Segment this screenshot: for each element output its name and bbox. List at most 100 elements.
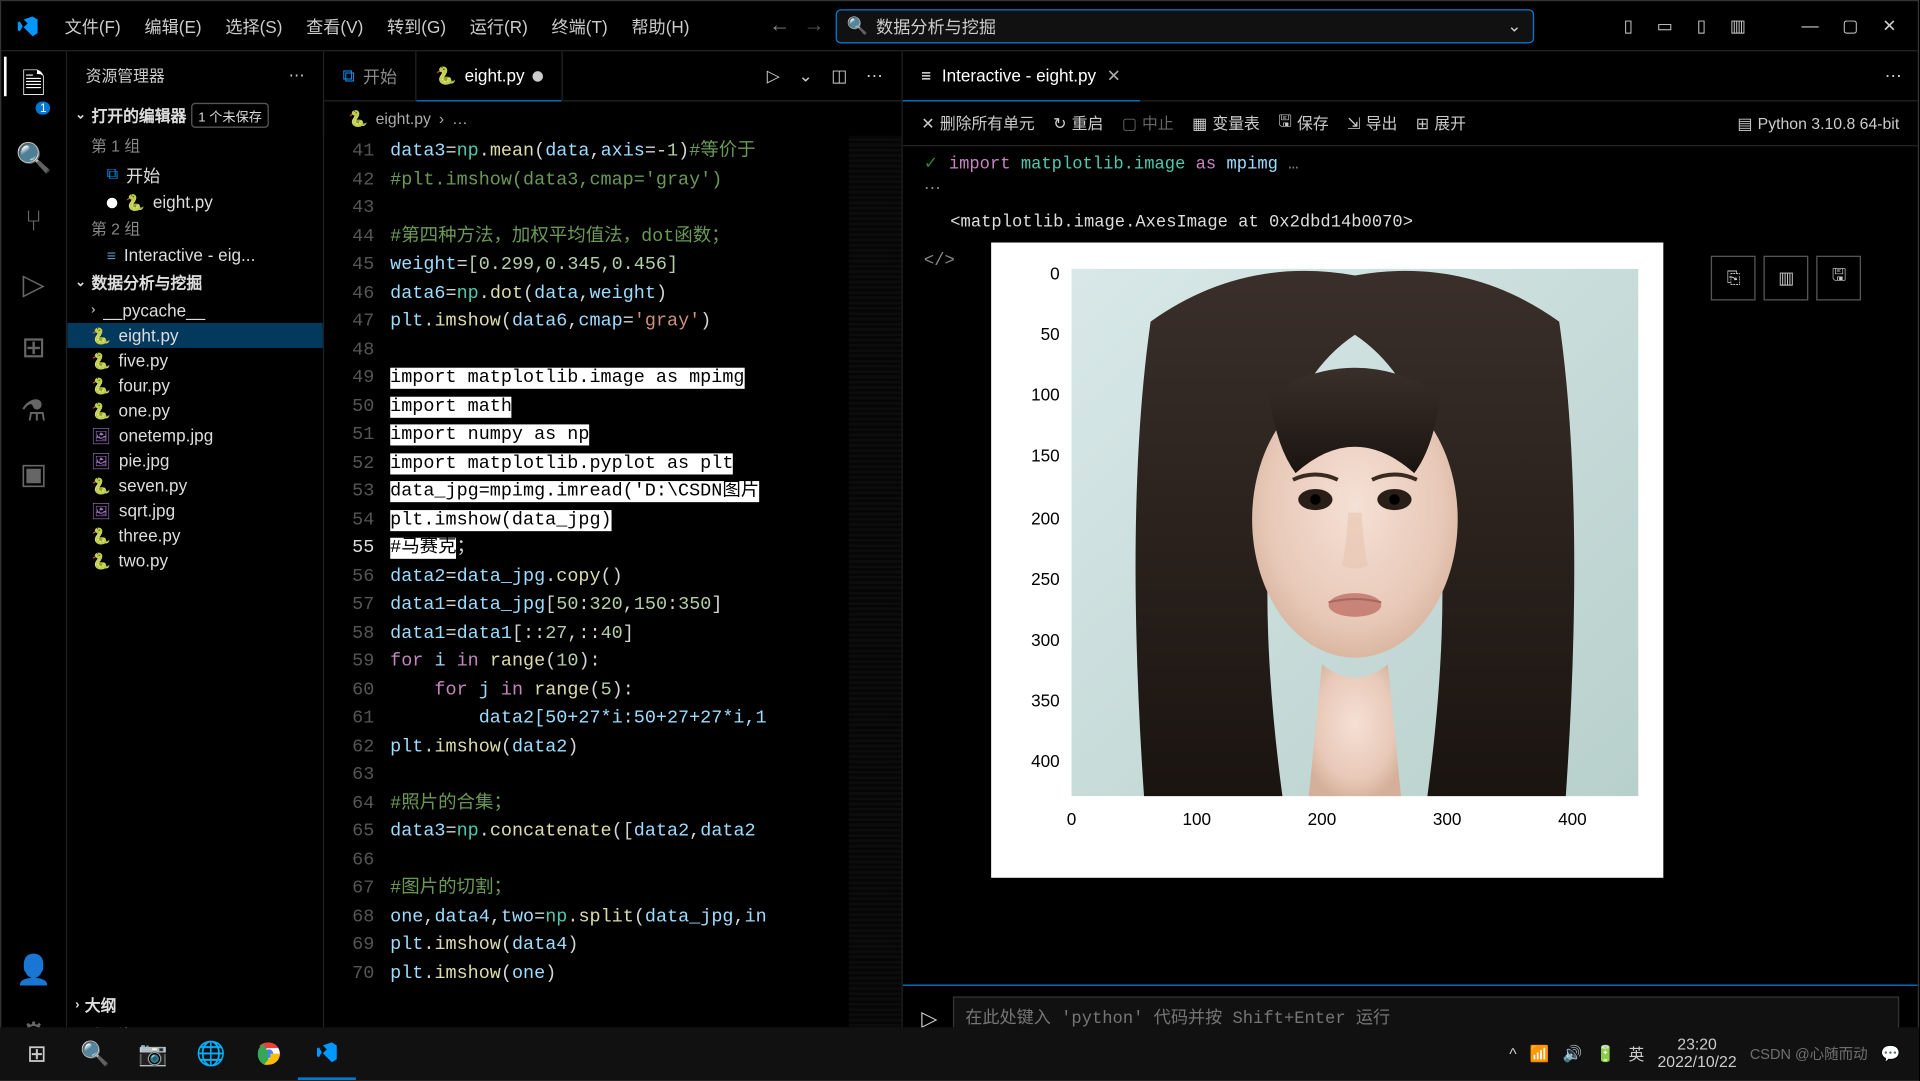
- file-four[interactable]: 🐍four.py: [67, 373, 323, 398]
- window-minimize-icon[interactable]: —: [1796, 16, 1824, 36]
- layout-left-icon[interactable]: ▯: [1618, 15, 1638, 36]
- nav-forward-icon[interactable]: →: [803, 14, 824, 38]
- svg-text:50: 50: [1041, 324, 1060, 344]
- outline-section[interactable]: ›大纲: [67, 990, 323, 1020]
- chevron-right-icon: ›: [75, 998, 79, 1012]
- file-five[interactable]: 🐍five.py: [67, 348, 323, 373]
- code-icon[interactable]: </>: [924, 243, 955, 271]
- run-debug-icon[interactable]: ▷: [22, 268, 44, 302]
- tray-wifi-icon[interactable]: 📶: [1530, 1044, 1550, 1062]
- more-icon[interactable]: ⋯: [1885, 65, 1902, 86]
- layout-customize-icon[interactable]: ▥: [1725, 15, 1752, 36]
- python-icon: 🐍: [91, 351, 111, 369]
- menu-view[interactable]: 查看(V): [296, 8, 374, 44]
- command-center[interactable]: 🔍 数据分析与挖掘 ⌄: [835, 9, 1534, 43]
- menu-help[interactable]: 帮助(H): [621, 8, 700, 44]
- tray-volume-icon[interactable]: 🔊: [1563, 1044, 1583, 1062]
- menu-file[interactable]: 文件(F): [54, 8, 131, 44]
- variables-button[interactable]: ▦变量表: [1192, 112, 1260, 134]
- tab-interactive[interactable]: ≡ Interactive - eight.py ✕: [903, 51, 1140, 100]
- open-editors-section[interactable]: ⌄ 打开的编辑器 1 个未保存: [67, 99, 323, 132]
- interactive-output: ✓ import matplotlib.image as mpimg … ⋯ <…: [903, 146, 1918, 984]
- restart-button[interactable]: ↻重启: [1053, 112, 1103, 134]
- file-eight[interactable]: 🐍eight.py: [67, 323, 323, 348]
- delete-all-button[interactable]: ✕删除所有单元: [921, 112, 1034, 134]
- testing-icon[interactable]: ⚗: [21, 394, 47, 428]
- open-editor-eight[interactable]: 🐍eight.py: [67, 190, 323, 215]
- file-pie[interactable]: 🖼pie.jpg: [67, 448, 323, 473]
- variables-icon: ▦: [1192, 114, 1207, 132]
- image-icon: 🖼: [91, 501, 111, 519]
- image-icon: 🖼: [91, 451, 111, 469]
- menu-terminal[interactable]: 终端(T): [541, 8, 618, 44]
- file-one[interactable]: 🐍one.py: [67, 398, 323, 423]
- file-three[interactable]: 🐍three.py: [67, 523, 323, 548]
- minimap[interactable]: [849, 136, 902, 1051]
- chevron-down-icon: ⌄: [75, 108, 86, 122]
- sidebar-title: 资源管理器: [86, 64, 165, 86]
- copy-plot-button[interactable]: ⎘: [1711, 256, 1756, 301]
- menu-selection[interactable]: 选择(S): [215, 8, 293, 44]
- split-editor-icon[interactable]: ◫: [831, 65, 847, 86]
- project-section[interactable]: ⌄ 数据分析与挖掘: [67, 268, 323, 298]
- file-seven[interactable]: 🐍seven.py: [67, 473, 323, 498]
- interactive-icon: ≡: [107, 246, 116, 264]
- extensions-icon[interactable]: ⊞: [21, 331, 45, 365]
- code-editor[interactable]: 4142434445464748495051525354555657585960…: [324, 136, 901, 1051]
- open-editor-interactive[interactable]: ≡Interactive - eig...: [67, 243, 323, 268]
- accounts-icon[interactable]: 👤: [16, 953, 52, 987]
- explorer-icon[interactable]: 🗎1: [22, 62, 45, 112]
- breadcrumb[interactable]: 🐍 eight.py › …: [324, 101, 901, 135]
- menu-go[interactable]: 转到(G): [376, 8, 456, 44]
- taskbar-edge-icon[interactable]: 🌐: [182, 1027, 240, 1080]
- window-maximize-icon[interactable]: ▢: [1837, 15, 1864, 36]
- export-button[interactable]: ⇲导出: [1347, 112, 1397, 134]
- svg-text:300: 300: [1032, 630, 1061, 650]
- cell-executed[interactable]: ✓ import matplotlib.image as mpimg …: [924, 152, 1897, 177]
- tray-ime[interactable]: 英: [1628, 1042, 1644, 1064]
- taskbar-camera-icon[interactable]: 📷: [124, 1027, 182, 1080]
- close-icon[interactable]: ✕: [1107, 65, 1121, 86]
- start-menu-icon[interactable]: ⊞: [8, 1027, 66, 1080]
- ellipsis-icon[interactable]: ⋯: [924, 179, 941, 199]
- run-dropdown-icon[interactable]: ⌄: [798, 65, 812, 86]
- taskbar-chrome-icon[interactable]: [240, 1027, 298, 1080]
- tray-chevron-icon[interactable]: ^: [1509, 1044, 1516, 1062]
- more-icon[interactable]: ⋯: [866, 65, 883, 86]
- file-pycache[interactable]: ›__pycache__: [67, 298, 323, 323]
- kernel-selector[interactable]: ▤Python 3.10.8 64-bit: [1737, 114, 1899, 132]
- tab-start[interactable]: ⧉开始: [324, 51, 417, 100]
- plot-viewer-button[interactable]: ▥: [1764, 256, 1809, 301]
- run-cell-icon[interactable]: ▷: [767, 65, 780, 86]
- taskbar-search-icon[interactable]: 🔍: [66, 1027, 124, 1080]
- tab-eight[interactable]: 🐍eight.py: [417, 51, 563, 100]
- group-1-label: 第 1 组: [67, 132, 323, 160]
- window-close-icon[interactable]: ✕: [1877, 15, 1902, 36]
- file-onetemp[interactable]: 🖼onetemp.jpg: [67, 423, 323, 448]
- file-two[interactable]: 🐍two.py: [67, 548, 323, 573]
- source-control-icon[interactable]: ⑂: [25, 204, 42, 238]
- menu-edit[interactable]: 编辑(E): [134, 8, 212, 44]
- file-sqrt[interactable]: 🖼sqrt.jpg: [67, 498, 323, 523]
- expand-button[interactable]: ⊞展开: [1416, 112, 1466, 134]
- tray-battery-icon[interactable]: 🔋: [1596, 1044, 1616, 1062]
- nav-back-icon[interactable]: ←: [769, 14, 790, 38]
- restart-icon: ↻: [1053, 114, 1066, 132]
- jupyter-icon[interactable]: ▣: [20, 457, 47, 491]
- tray-clock[interactable]: 23:20 2022/10/22: [1657, 1036, 1736, 1071]
- search-text: 数据分析与挖掘: [876, 13, 996, 38]
- layout-right-icon[interactable]: ▯: [1691, 15, 1711, 36]
- search-icon[interactable]: 🔍: [16, 141, 52, 175]
- interactive-toolbar: ✕删除所有单元 ↻重启 ▢中止 ▦变量表 🖫保存 ⇲导出 ⊞展开 ▤Python…: [903, 101, 1918, 146]
- tray-action-center-icon[interactable]: 💬: [1881, 1044, 1901, 1062]
- save-plot-button[interactable]: 🖫: [1817, 256, 1862, 301]
- interrupt-button[interactable]: ▢中止: [1122, 112, 1174, 134]
- svg-text:250: 250: [1032, 569, 1061, 589]
- layout-bottom-icon[interactable]: ▭: [1652, 15, 1679, 36]
- taskbar-vscode-icon[interactable]: [298, 1027, 356, 1080]
- open-editor-start[interactable]: ⧉开始: [67, 159, 323, 189]
- python-icon: 🐍: [91, 476, 111, 494]
- save-button[interactable]: 🖫保存: [1278, 109, 1328, 137]
- sidebar-more-icon[interactable]: ⋯: [289, 66, 305, 84]
- menu-run[interactable]: 运行(R): [459, 8, 538, 44]
